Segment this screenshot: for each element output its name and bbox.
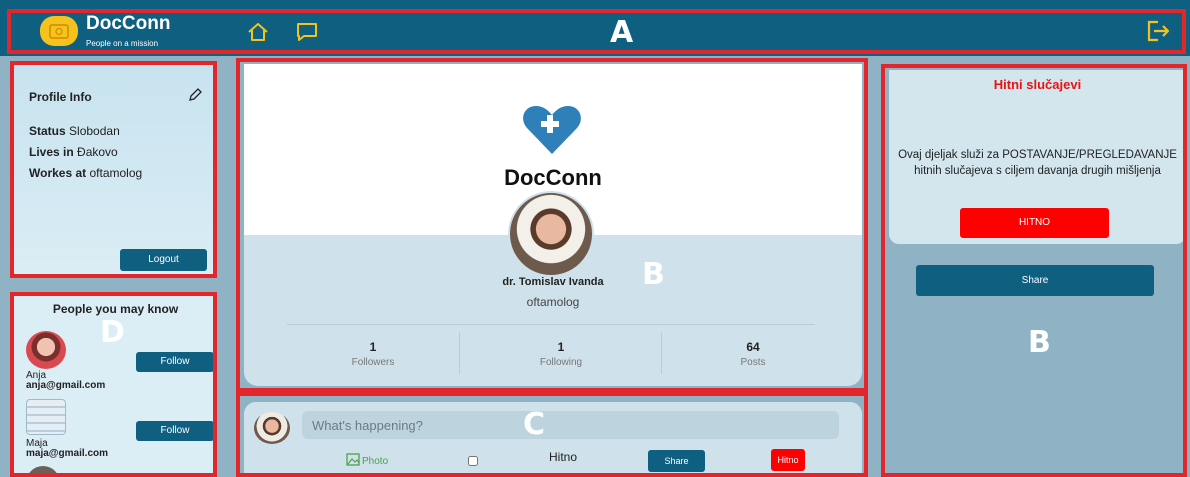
annotation-label-b: B [642, 257, 665, 292]
annotation-label-a: A [610, 15, 634, 50]
follow-button[interactable]: Follow [136, 421, 214, 441]
avatar[interactable] [26, 399, 66, 435]
person-email: maja@gmail.com [26, 448, 109, 459]
posts-count: 64 [746, 340, 760, 354]
photo-label[interactable]: Photo [362, 456, 388, 467]
lives-row: Lives in Đakovo [29, 145, 118, 159]
stat-separator [459, 332, 460, 374]
profile-avatar[interactable] [508, 191, 594, 277]
chat-icon[interactable] [295, 22, 319, 47]
urgent-title: Hitni slučajevi [993, 77, 1082, 92]
profile-name: dr. Tomislav Ivanda [502, 276, 604, 288]
avatar[interactable] [26, 331, 66, 369]
photo-icon[interactable] [346, 453, 360, 471]
urgent-share-button[interactable]: Share [916, 265, 1154, 296]
person-email: anja@gmail.com [26, 380, 106, 391]
share-button[interactable]: Share [648, 450, 705, 472]
stats-divider [287, 324, 815, 325]
urgent-hitno-button[interactable]: HITNO [960, 208, 1109, 238]
lives-label: Lives in [29, 145, 74, 159]
followers-count: 1 [369, 340, 377, 354]
lives-value: Đakovo [77, 145, 118, 159]
status-value: Slobodan [69, 124, 120, 138]
whats-happening-input[interactable] [302, 411, 839, 439]
app-subtitle: People on a mission [86, 39, 159, 48]
works-row: Workes at oftamolog [29, 166, 142, 180]
works-label: Workes at [29, 166, 87, 180]
logo-icon [40, 16, 78, 46]
app-title: DocConn [86, 13, 171, 34]
hitno-checkbox[interactable] [468, 456, 478, 466]
following-label: Following [539, 357, 583, 368]
urgent-description: Ovaj djeljak služi za POSTAVANJE/PREGLED… [898, 149, 1177, 177]
annotation-label-d: D [100, 315, 125, 350]
annotation-label-b: B [1028, 325, 1051, 360]
follow-button[interactable]: Follow [136, 352, 214, 372]
status-label: Status [29, 124, 66, 138]
stat-separator [661, 332, 662, 374]
following-count: 1 [557, 340, 565, 354]
hitno-label: Hitno [549, 450, 578, 464]
home-icon[interactable] [247, 22, 269, 47]
followers-label: Followers [351, 357, 395, 368]
logout-icon[interactable] [1146, 20, 1172, 47]
people-title: People you may know [52, 302, 179, 316]
heart-plus-icon [521, 104, 583, 161]
posts-label: Posts [740, 357, 766, 368]
hitno-button[interactable]: Hitno [771, 449, 805, 471]
status-row: Status Slobodan [29, 124, 120, 138]
works-value: oftamolog [89, 166, 143, 180]
edit-icon[interactable] [188, 88, 202, 107]
profile-role: oftamolog [526, 295, 580, 309]
profile-info-title: Profile Info [29, 90, 92, 104]
composer-avatar [254, 412, 290, 444]
brand-title: DocConn [504, 165, 602, 190]
top-bar [0, 0, 1190, 56]
annotation-label-c: C [523, 407, 546, 442]
logout-button[interactable]: Logout [120, 249, 207, 271]
